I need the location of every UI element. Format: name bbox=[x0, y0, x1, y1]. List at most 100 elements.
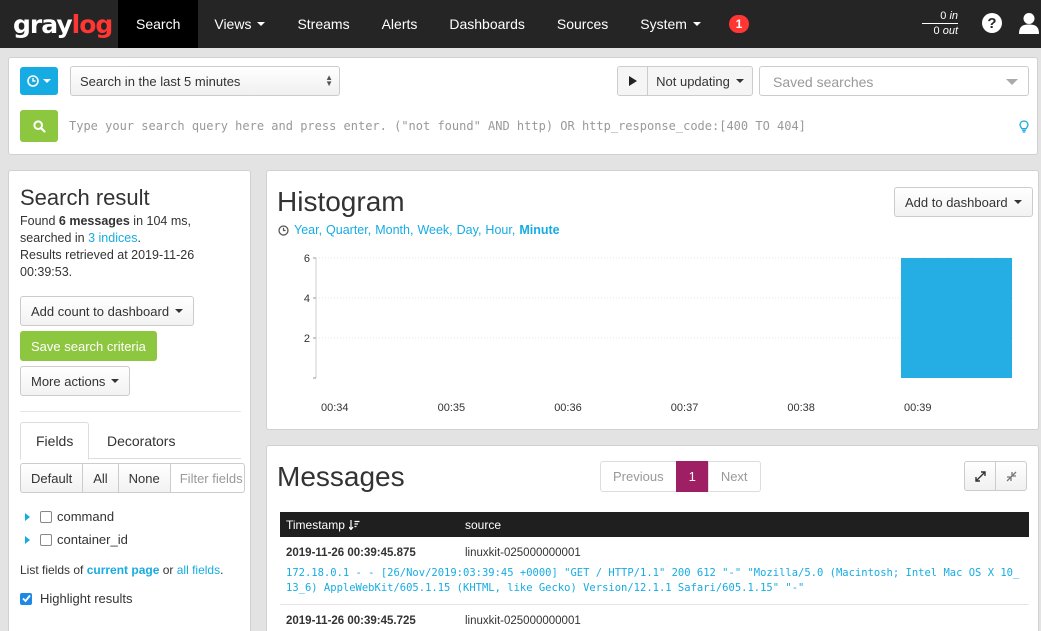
table-row[interactable]: 2019-11-26 00:39:45.875 linuxkit-0250000… bbox=[280, 537, 1029, 605]
select-arrows-icon: ▲ ▼ bbox=[325, 73, 333, 88]
histogram-title: Histogram bbox=[277, 186, 405, 217]
field-checkbox[interactable] bbox=[40, 510, 52, 523]
y-tick-label: 4 bbox=[304, 293, 310, 305]
resolution-hour[interactable]: Hour, bbox=[485, 223, 515, 237]
nav-views[interactable]: Views bbox=[198, 0, 281, 48]
tab-decorators[interactable]: Decorators bbox=[92, 422, 190, 459]
add-to-dashboard-button[interactable]: Add to dashboard bbox=[894, 187, 1033, 217]
throughput-out-value: 0 bbox=[933, 25, 940, 37]
field-name: container_id bbox=[57, 532, 128, 547]
throughput-indicator[interactable]: 0 in 0 out bbox=[922, 9, 958, 38]
refresh-interval-dropdown[interactable]: Not updating bbox=[647, 66, 753, 96]
nav-streams[interactable]: Streams bbox=[281, 0, 365, 48]
saved-searches-placeholder: Saved searches bbox=[773, 74, 874, 90]
search-submit-button[interactable] bbox=[20, 110, 58, 142]
table-row[interactable]: 2019-11-26 00:39:45.725 linuxkit-0250000… bbox=[280, 605, 1029, 631]
retrieved-time: Results retrieved at 2019-11-26 00:39:53… bbox=[20, 248, 195, 279]
current-page-link[interactable]: current page bbox=[87, 563, 160, 577]
top-navbar: gray log Search Views Streams Alerts Dash… bbox=[0, 0, 1041, 48]
messages-pagination: Previous 1 Next bbox=[600, 461, 761, 492]
divider bbox=[20, 411, 241, 412]
pagination-next[interactable]: Next bbox=[707, 461, 761, 492]
highlight-checkbox[interactable] bbox=[20, 592, 32, 605]
list-suffix: . bbox=[220, 563, 224, 577]
search-result-sidebar: Search result Found 6 messages in 104 ms… bbox=[8, 170, 251, 631]
resolution-month[interactable]: Month, bbox=[375, 223, 413, 237]
nav-sources-label: Sources bbox=[556, 16, 609, 32]
add-count-to-dashboard-button[interactable]: Add count to dashboard bbox=[20, 296, 195, 326]
nav-alerts[interactable]: Alerts bbox=[366, 0, 434, 48]
sidebar-tabs: Fields Decorators bbox=[20, 422, 241, 460]
resolution-week[interactable]: Week, bbox=[417, 223, 452, 237]
nav-alerts-label: Alerts bbox=[381, 16, 418, 32]
compress-arrows-icon bbox=[1006, 471, 1016, 481]
expand-caret-icon[interactable] bbox=[25, 535, 30, 544]
field-item-container-id[interactable]: container_id bbox=[25, 532, 128, 547]
search-bar-panel: Search in the last 5 minutes ▲ ▼ Not upda… bbox=[8, 57, 1038, 155]
time-range-type-button[interactable] bbox=[20, 67, 58, 95]
save-search-criteria-button[interactable]: Save search criteria bbox=[20, 331, 157, 361]
more-actions-button[interactable]: More actions bbox=[20, 366, 131, 396]
collapse-messages-button[interactable] bbox=[995, 461, 1027, 491]
caret-down-icon bbox=[111, 379, 120, 383]
nav-search[interactable]: Search bbox=[118, 0, 199, 48]
nav-system-label: System bbox=[640, 16, 687, 32]
all-fields-link[interactable]: all fields bbox=[177, 563, 220, 577]
field-checkbox[interactable] bbox=[40, 533, 52, 546]
resolution-day[interactable]: Day, bbox=[457, 223, 482, 237]
message-source: linuxkit-025000000001 bbox=[465, 547, 581, 559]
nav-dashboards[interactable]: Dashboards bbox=[433, 0, 541, 48]
fields-all-button[interactable]: All bbox=[82, 463, 119, 493]
refresh-interval-label: Not updating bbox=[656, 73, 730, 89]
x-tick-label: 00:39 bbox=[904, 402, 932, 414]
time-range-value: Search in the last 5 minutes bbox=[80, 74, 241, 89]
search-result-summary: Found 6 messages in 104 ms, searched in … bbox=[20, 213, 245, 281]
column-source[interactable]: source bbox=[465, 518, 501, 532]
throughput-out-label: out bbox=[942, 25, 958, 37]
resolution-minute[interactable]: Minute bbox=[519, 223, 559, 237]
nav-system[interactable]: System bbox=[624, 0, 717, 48]
column-timestamp[interactable]: Timestamp bbox=[286, 518, 360, 532]
saved-searches-select[interactable]: Saved searches bbox=[759, 66, 1029, 96]
nav-views-label: Views bbox=[214, 16, 252, 32]
time-range-select[interactable]: Search in the last 5 minutes ▲ ▼ bbox=[70, 66, 340, 96]
indices-link[interactable]: 3 indices bbox=[88, 231, 137, 245]
field-item-command[interactable]: command bbox=[25, 509, 114, 524]
resolution-quarter[interactable]: Quarter, bbox=[326, 223, 371, 237]
sort-desc-icon[interactable] bbox=[348, 519, 360, 530]
fields-none-button[interactable]: None bbox=[117, 463, 171, 493]
play-icon bbox=[628, 76, 637, 86]
resolution-year[interactable]: Year, bbox=[294, 223, 322, 237]
play-refresh-button[interactable] bbox=[617, 66, 648, 96]
throughput-out: 0 out bbox=[922, 24, 958, 38]
histogram-bar bbox=[901, 258, 1012, 378]
fields-default-button[interactable]: Default bbox=[20, 463, 84, 493]
list-or: or bbox=[159, 563, 177, 577]
user-icon[interactable] bbox=[1018, 12, 1040, 34]
field-selection-buttons: Default All None Filter fields bbox=[20, 463, 245, 493]
search-query-input[interactable]: Type your search query here and press en… bbox=[69, 119, 806, 133]
nav-sources[interactable]: Sources bbox=[541, 0, 624, 48]
found-prefix: Found bbox=[20, 214, 59, 228]
search-result-title: Search result bbox=[20, 185, 150, 210]
filter-fields-input[interactable]: Filter fields bbox=[169, 463, 245, 493]
caret-down-icon bbox=[43, 79, 51, 83]
pagination-previous[interactable]: Previous bbox=[600, 461, 677, 492]
messages-panel: Messages Previous 1 Next Timestamp sourc… bbox=[266, 445, 1039, 631]
nav-streams-label: Streams bbox=[297, 16, 350, 32]
expand-messages-button[interactable] bbox=[964, 461, 996, 491]
throughput-in-value: 0 bbox=[940, 10, 947, 22]
notification-badge[interactable]: 1 bbox=[728, 15, 749, 33]
expand-caret-icon[interactable] bbox=[25, 512, 30, 521]
tab-fields[interactable]: Fields bbox=[20, 422, 90, 460]
add-count-label: Add count to dashboard bbox=[31, 303, 170, 319]
lightbulb-icon[interactable] bbox=[1019, 120, 1029, 133]
histogram-panel: Histogram Add to dashboard Year, Quarter… bbox=[266, 170, 1039, 430]
x-tick-label: 00:36 bbox=[554, 402, 582, 414]
highlight-results-toggle[interactable]: Highlight results bbox=[20, 591, 133, 606]
x-tick-label: 00:35 bbox=[438, 402, 466, 414]
list-prefix: List fields of bbox=[20, 563, 87, 577]
question-circle-icon[interactable]: ? bbox=[982, 13, 1002, 33]
pagination-page-1[interactable]: 1 bbox=[675, 461, 709, 492]
graylog-logo[interactable]: gray log bbox=[0, 0, 118, 48]
